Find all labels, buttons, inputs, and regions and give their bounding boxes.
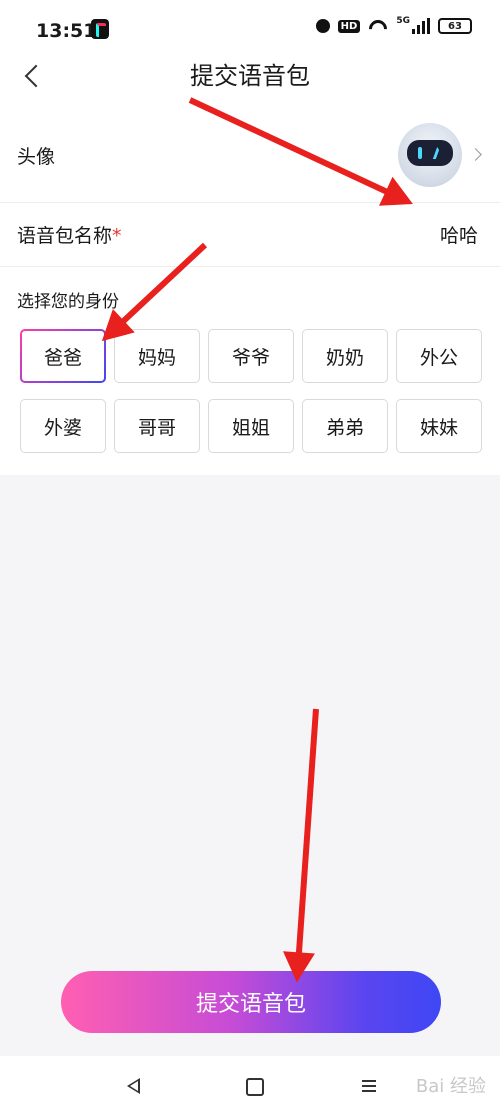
status-bar: 13:51 HD 5G 63 — [0, 0, 500, 60]
network-label: 5G — [396, 16, 410, 26]
system-nav-bar: Bai 经验 — [0, 1056, 500, 1118]
signal-icon — [412, 18, 430, 34]
status-time: 13:51 — [36, 20, 97, 42]
avatar-eye — [418, 147, 422, 159]
submit-button[interactable]: 提交语音包 — [61, 971, 441, 1033]
battery-level: 63 — [448, 20, 462, 32]
identity-option[interactable]: 妹妹 — [396, 399, 482, 453]
alarm-icon — [315, 19, 330, 33]
name-label: 语音包名称* — [17, 221, 122, 248]
chevron-right-icon — [469, 148, 482, 161]
watermark: Bai 经验 — [415, 1076, 486, 1097]
identity-option[interactable]: 外婆 — [20, 399, 106, 453]
identity-option[interactable]: 奶奶 — [302, 329, 388, 383]
annotation-arrow — [295, 708, 319, 957]
identity-label: 选择您的身份 — [17, 292, 119, 312]
identity-option[interactable]: 哥哥 — [114, 399, 200, 453]
identity-option[interactable]: 外公 — [396, 329, 482, 383]
name-label-text: 语音包名称 — [17, 225, 113, 247]
identity-grid: 爸爸 妈妈 爷爷 奶奶 外公 外婆 哥哥 姐姐 弟弟 妹妹 — [20, 329, 482, 453]
avatar-label: 头像 — [17, 146, 56, 168]
avatar[interactable] — [398, 123, 462, 187]
identity-option[interactable]: 爷爷 — [208, 329, 294, 383]
identity-option[interactable]: 姐姐 — [208, 399, 294, 453]
nav-menu-icon[interactable] — [362, 1078, 376, 1094]
name-row[interactable]: 语音包名称* 哈哈 — [0, 202, 500, 267]
identity-option[interactable]: 弟弟 — [302, 399, 388, 453]
identity-option[interactable]: 爸爸 — [20, 329, 106, 383]
header: 提交语音包 — [0, 60, 500, 105]
avatar-eye — [432, 147, 446, 159]
nav-home-icon[interactable] — [246, 1078, 264, 1096]
required-star: * — [112, 225, 122, 247]
form-card: 头像 语音包名称* 哈哈 选择您的身份 爸爸 妈妈 爷爷 奶奶 外公 外婆 哥哥… — [0, 105, 500, 475]
avatar-visor — [407, 140, 453, 166]
page-title: 提交语音包 — [190, 62, 310, 90]
name-value[interactable]: 哈哈 — [440, 221, 478, 248]
battery-icon: 63 — [438, 18, 472, 34]
nav-back-icon[interactable] — [127, 1078, 140, 1094]
tiktok-icon — [91, 19, 109, 39]
wifi-icon — [368, 19, 388, 33]
status-icons: HD 5G 63 — [315, 16, 472, 34]
avatar-row[interactable]: 头像 — [0, 105, 500, 203]
hd-badge: HD — [337, 19, 361, 33]
